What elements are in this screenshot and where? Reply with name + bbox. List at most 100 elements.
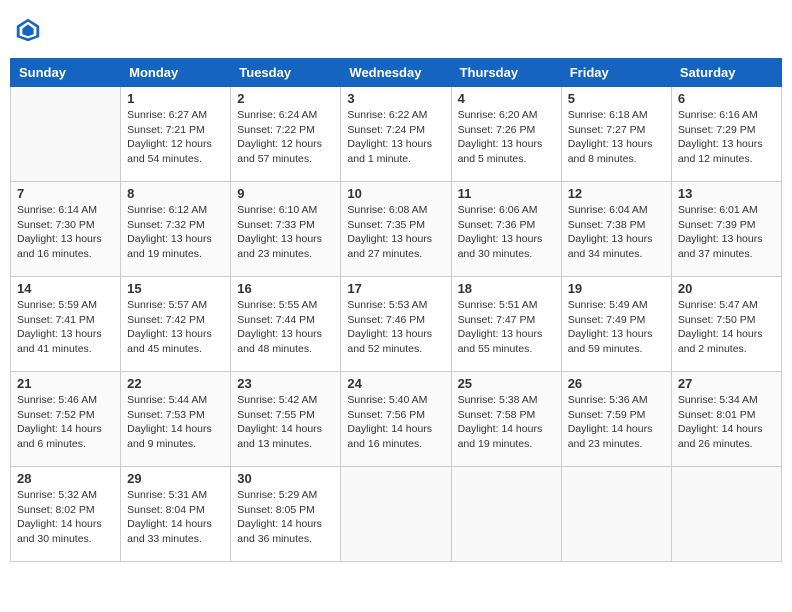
day-info: Sunrise: 5:38 AM Sunset: 7:58 PM Dayligh… bbox=[458, 393, 555, 452]
calendar-cell bbox=[561, 467, 671, 562]
calendar-cell: 27 Sunrise: 5:34 AM Sunset: 8:01 PM Dayli… bbox=[671, 372, 781, 467]
calendar-cell: 16Sunrise: 5:55 AM Sunset: 7:44 PM Dayli… bbox=[231, 277, 341, 372]
day-info: Sunrise: 6:20 AM Sunset: 7:26 PM Dayligh… bbox=[458, 108, 555, 167]
day-info: Sunrise: 5:36 AM Sunset: 7:59 PM Dayligh… bbox=[568, 393, 665, 452]
logo bbox=[14, 16, 44, 44]
calendar-cell: 24 Sunrise: 5:40 AM Sunset: 7:56 PM Dayli… bbox=[341, 372, 451, 467]
day-number: 27 bbox=[678, 376, 775, 391]
day-number: 5 bbox=[568, 91, 665, 106]
calendar-cell: 14Sunrise: 5:59 AM Sunset: 7:41 PM Dayli… bbox=[11, 277, 121, 372]
day-number: 1 bbox=[127, 91, 224, 106]
calendar-table: SundayMondayTuesdayWednesdayThursdayFrid… bbox=[10, 58, 782, 562]
day-number: 3 bbox=[347, 91, 444, 106]
day-number: 7 bbox=[17, 186, 114, 201]
calendar-cell: 11 Sunrise: 6:06 AM Sunset: 7:36 PM Dayli… bbox=[451, 182, 561, 277]
weekday-header-tuesday: Tuesday bbox=[231, 59, 341, 87]
day-number: 22 bbox=[127, 376, 224, 391]
day-number: 15 bbox=[127, 281, 224, 296]
weekday-header-saturday: Saturday bbox=[671, 59, 781, 87]
calendar-cell: 30Sunrise: 5:29 AM Sunset: 8:05 PM Dayli… bbox=[231, 467, 341, 562]
day-info: Sunrise: 6:06 AM Sunset: 7:36 PM Dayligh… bbox=[458, 203, 555, 262]
day-info: Sunrise: 5:42 AM Sunset: 7:55 PM Dayligh… bbox=[237, 393, 334, 452]
day-info: Sunrise: 5:47 AM Sunset: 7:50 PM Dayligh… bbox=[678, 298, 775, 357]
day-number: 20 bbox=[678, 281, 775, 296]
week-row-5: 28 Sunrise: 5:32 AM Sunset: 8:02 PM Dayli… bbox=[11, 467, 782, 562]
day-number: 4 bbox=[458, 91, 555, 106]
calendar-cell: 13 Sunrise: 6:01 AM Sunset: 7:39 PM Dayli… bbox=[671, 182, 781, 277]
day-info: Sunrise: 6:08 AM Sunset: 7:35 PM Dayligh… bbox=[347, 203, 444, 262]
calendar-cell: 25 Sunrise: 5:38 AM Sunset: 7:58 PM Dayli… bbox=[451, 372, 561, 467]
day-number: 18 bbox=[458, 281, 555, 296]
week-row-3: 14Sunrise: 5:59 AM Sunset: 7:41 PM Dayli… bbox=[11, 277, 782, 372]
day-info: Sunrise: 5:49 AM Sunset: 7:49 PM Dayligh… bbox=[568, 298, 665, 357]
day-number: 28 bbox=[17, 471, 114, 486]
day-info: Sunrise: 6:04 AM Sunset: 7:38 PM Dayligh… bbox=[568, 203, 665, 262]
calendar-cell: 29 Sunrise: 5:31 AM Sunset: 8:04 PM Dayli… bbox=[121, 467, 231, 562]
calendar-cell: 17 Sunrise: 5:53 AM Sunset: 7:46 PM Dayli… bbox=[341, 277, 451, 372]
calendar-cell: 26 Sunrise: 5:36 AM Sunset: 7:59 PM Dayli… bbox=[561, 372, 671, 467]
page-header bbox=[10, 10, 782, 50]
day-info: Sunrise: 6:14 AM Sunset: 7:30 PM Dayligh… bbox=[17, 203, 114, 262]
calendar-cell: 1 Sunrise: 6:27 AM Sunset: 7:21 PM Daylig… bbox=[121, 87, 231, 182]
day-number: 17 bbox=[347, 281, 444, 296]
day-number: 24 bbox=[347, 376, 444, 391]
day-info: Sunrise: 5:40 AM Sunset: 7:56 PM Dayligh… bbox=[347, 393, 444, 452]
day-number: 2 bbox=[237, 91, 334, 106]
calendar-cell: 6 Sunrise: 6:16 AM Sunset: 7:29 PM Daylig… bbox=[671, 87, 781, 182]
day-number: 29 bbox=[127, 471, 224, 486]
calendar-cell: 2 Sunrise: 6:24 AM Sunset: 7:22 PM Daylig… bbox=[231, 87, 341, 182]
calendar-cell bbox=[11, 87, 121, 182]
day-info: Sunrise: 5:53 AM Sunset: 7:46 PM Dayligh… bbox=[347, 298, 444, 357]
calendar-cell bbox=[671, 467, 781, 562]
day-number: 8 bbox=[127, 186, 224, 201]
day-number: 13 bbox=[678, 186, 775, 201]
calendar-cell: 22Sunrise: 5:44 AM Sunset: 7:53 PM Dayli… bbox=[121, 372, 231, 467]
weekday-header-sunday: Sunday bbox=[11, 59, 121, 87]
day-info: Sunrise: 5:46 AM Sunset: 7:52 PM Dayligh… bbox=[17, 393, 114, 452]
weekday-header-friday: Friday bbox=[561, 59, 671, 87]
day-number: 25 bbox=[458, 376, 555, 391]
calendar-cell: 5Sunrise: 6:18 AM Sunset: 7:27 PM Daylig… bbox=[561, 87, 671, 182]
day-info: Sunrise: 6:24 AM Sunset: 7:22 PM Dayligh… bbox=[237, 108, 334, 167]
day-number: 6 bbox=[678, 91, 775, 106]
day-number: 11 bbox=[458, 186, 555, 201]
day-info: Sunrise: 6:22 AM Sunset: 7:24 PM Dayligh… bbox=[347, 108, 444, 167]
calendar-cell: 23 Sunrise: 5:42 AM Sunset: 7:55 PM Dayli… bbox=[231, 372, 341, 467]
calendar-cell: 8 Sunrise: 6:12 AM Sunset: 7:32 PM Daylig… bbox=[121, 182, 231, 277]
day-info: Sunrise: 6:01 AM Sunset: 7:39 PM Dayligh… bbox=[678, 203, 775, 262]
day-info: Sunrise: 6:27 AM Sunset: 7:21 PM Dayligh… bbox=[127, 108, 224, 167]
day-info: Sunrise: 5:29 AM Sunset: 8:05 PM Dayligh… bbox=[237, 488, 334, 547]
logo-icon bbox=[14, 16, 42, 44]
day-number: 23 bbox=[237, 376, 334, 391]
day-number: 14 bbox=[17, 281, 114, 296]
calendar-cell: 9 Sunrise: 6:10 AM Sunset: 7:33 PM Daylig… bbox=[231, 182, 341, 277]
day-info: Sunrise: 5:57 AM Sunset: 7:42 PM Dayligh… bbox=[127, 298, 224, 357]
week-row-1: 1 Sunrise: 6:27 AM Sunset: 7:21 PM Daylig… bbox=[11, 87, 782, 182]
weekday-header-thursday: Thursday bbox=[451, 59, 561, 87]
calendar-cell: 4 Sunrise: 6:20 AM Sunset: 7:26 PM Daylig… bbox=[451, 87, 561, 182]
calendar-cell: 15 Sunrise: 5:57 AM Sunset: 7:42 PM Dayli… bbox=[121, 277, 231, 372]
week-row-2: 7 Sunrise: 6:14 AM Sunset: 7:30 PM Daylig… bbox=[11, 182, 782, 277]
calendar-cell: 10 Sunrise: 6:08 AM Sunset: 7:35 PM Dayli… bbox=[341, 182, 451, 277]
calendar-cell: 19Sunrise: 5:49 AM Sunset: 7:49 PM Dayli… bbox=[561, 277, 671, 372]
day-info: Sunrise: 5:31 AM Sunset: 8:04 PM Dayligh… bbox=[127, 488, 224, 547]
day-number: 21 bbox=[17, 376, 114, 391]
calendar-cell: 18Sunrise: 5:51 AM Sunset: 7:47 PM Dayli… bbox=[451, 277, 561, 372]
calendar-cell: 3 Sunrise: 6:22 AM Sunset: 7:24 PM Daylig… bbox=[341, 87, 451, 182]
day-info: Sunrise: 6:12 AM Sunset: 7:32 PM Dayligh… bbox=[127, 203, 224, 262]
weekday-header-monday: Monday bbox=[121, 59, 231, 87]
day-number: 9 bbox=[237, 186, 334, 201]
day-info: Sunrise: 5:34 AM Sunset: 8:01 PM Dayligh… bbox=[678, 393, 775, 452]
calendar-cell bbox=[341, 467, 451, 562]
calendar-cell: 21 Sunrise: 5:46 AM Sunset: 7:52 PM Dayli… bbox=[11, 372, 121, 467]
day-number: 26 bbox=[568, 376, 665, 391]
day-number: 10 bbox=[347, 186, 444, 201]
day-info: Sunrise: 5:32 AM Sunset: 8:02 PM Dayligh… bbox=[17, 488, 114, 547]
calendar-cell: 20 Sunrise: 5:47 AM Sunset: 7:50 PM Dayli… bbox=[671, 277, 781, 372]
calendar-cell: 7 Sunrise: 6:14 AM Sunset: 7:30 PM Daylig… bbox=[11, 182, 121, 277]
day-number: 16 bbox=[237, 281, 334, 296]
day-info: Sunrise: 6:16 AM Sunset: 7:29 PM Dayligh… bbox=[678, 108, 775, 167]
calendar-cell: 12Sunrise: 6:04 AM Sunset: 7:38 PM Dayli… bbox=[561, 182, 671, 277]
day-info: Sunrise: 6:10 AM Sunset: 7:33 PM Dayligh… bbox=[237, 203, 334, 262]
weekday-header-wednesday: Wednesday bbox=[341, 59, 451, 87]
